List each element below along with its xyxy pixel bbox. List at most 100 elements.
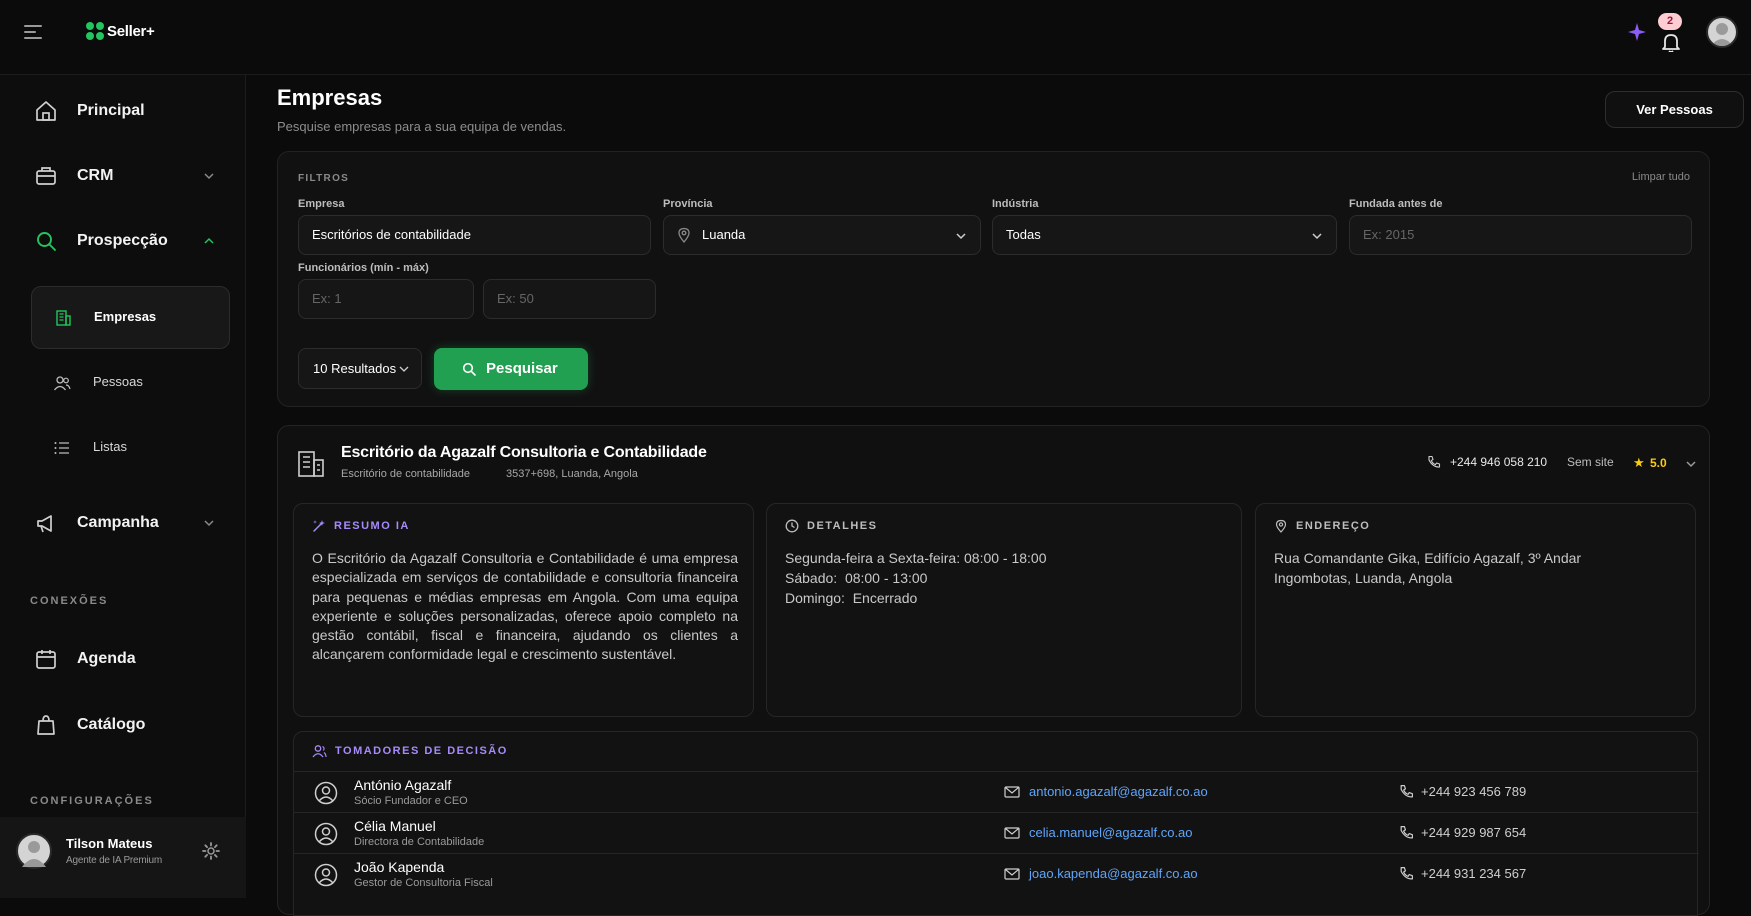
decision-maker-row[interactable]: António Agazalf Sócio Fundador e CEO ant…	[294, 771, 1699, 812]
decision-maker-email[interactable]: celia.manuel@agazalf.co.ao	[1029, 825, 1193, 840]
company-name[interactable]: Escritório da Agazalf Consultoria e Cont…	[341, 444, 707, 462]
decision-maker-phone[interactable]: +244 923 456 789	[1421, 784, 1526, 799]
search-button[interactable]: Pesquisar	[434, 348, 588, 390]
sidebar-item-label: Campanha	[77, 514, 159, 531]
sidebar-subitem-label: Listas	[93, 439, 127, 454]
user-role: Agente de IA Premium	[66, 855, 163, 866]
chevron-down-icon[interactable]	[203, 170, 215, 182]
chevron-down-icon[interactable]	[1685, 458, 1697, 470]
sidebar-item-label: CRM	[77, 167, 114, 184]
phone-icon	[1400, 826, 1413, 839]
decision-maker-name: Célia Manuel	[354, 818, 436, 834]
app-logo[interactable]: Seller+	[86, 22, 155, 40]
industry-select[interactable]: Todas	[992, 215, 1337, 255]
clock-icon	[785, 519, 799, 533]
industry-value: Todas	[1006, 227, 1041, 242]
phone-icon	[1400, 867, 1413, 880]
details-title: DETALHES	[807, 520, 878, 532]
sidebar-subitem-pessoas[interactable]: Pessoas	[31, 352, 230, 415]
profile-avatar[interactable]	[1706, 16, 1738, 48]
sidebar-item-label: Principal	[77, 102, 145, 119]
mail-icon	[1004, 786, 1020, 798]
sidebar-item-crm[interactable]: CRM	[0, 154, 246, 198]
briefcase-icon	[36, 167, 56, 185]
chevron-down-icon	[399, 366, 409, 372]
list-icon	[54, 442, 69, 454]
company-input[interactable]: Escritórios de contabilidade	[298, 215, 651, 255]
search-button-label: Pesquisar	[486, 360, 558, 377]
building-icon	[298, 451, 324, 477]
decision-maker-email[interactable]: joao.kapenda@agazalf.co.ao	[1029, 866, 1198, 881]
company-rating: 5.0	[1650, 456, 1667, 470]
search-icon	[37, 232, 56, 251]
hamburger-menu-icon[interactable]	[24, 24, 44, 40]
decision-maker-role: Sócio Fundador e CEO	[354, 795, 468, 807]
filters-title: FILTROS	[298, 173, 350, 184]
user-avatar	[16, 833, 52, 869]
company-website: Sem site	[1567, 455, 1614, 469]
chevron-down-icon	[956, 233, 966, 240]
magic-wand-icon	[313, 520, 325, 532]
details-panel: DETALHES Segunda-feira a Sexta-feira: 08…	[766, 503, 1242, 717]
decision-maker-phone[interactable]: +244 931 234 567	[1421, 866, 1526, 881]
employees-max-input[interactable]: Ex: 50	[483, 279, 656, 319]
mail-icon	[1004, 868, 1020, 880]
gear-icon[interactable]	[202, 842, 220, 860]
home-icon	[36, 101, 56, 121]
ai-summary-text: O Escritório da Agazalf Consultoria e Co…	[312, 550, 738, 663]
view-people-button[interactable]: Ver Pessoas	[1605, 91, 1744, 128]
sidebar-item-catalogo[interactable]: Catálogo	[0, 703, 246, 747]
calendar-icon	[36, 650, 56, 669]
decision-maker-email[interactable]: antonio.agazalf@agazalf.co.ao	[1029, 784, 1208, 799]
sidebar-subitem-label: Empresas	[94, 309, 157, 324]
decision-maker-name: António Agazalf	[354, 777, 452, 793]
clear-all-button[interactable]: Limpar tudo	[1632, 171, 1690, 183]
sidebar-subitem-listas[interactable]: Listas	[31, 417, 230, 480]
sidebar-item-agenda[interactable]: Agenda	[0, 637, 246, 681]
page-title: Empresas	[277, 85, 383, 110]
chevron-up-icon[interactable]	[203, 235, 215, 247]
sidebar-item-prospeccao[interactable]: Prospecção	[0, 219, 246, 263]
decision-maker-phone[interactable]: +244 929 987 654	[1421, 825, 1526, 840]
province-label: Província	[663, 198, 713, 210]
app-name: Seller+	[107, 22, 155, 40]
notification-badge: 2	[1658, 13, 1682, 30]
founded-input[interactable]: Ex: 2015	[1349, 215, 1692, 255]
sidebar-item-label: Prospecção	[77, 232, 168, 249]
mail-icon	[1004, 827, 1020, 839]
province-select[interactable]: Luanda	[663, 215, 981, 255]
user-name: Tilson Mateus	[66, 836, 153, 851]
users-icon	[312, 745, 327, 758]
results-count-value: 10 Resultados	[313, 361, 397, 376]
company-phone[interactable]: +244 946 058 210	[1450, 455, 1547, 469]
sidebar-subitem-empresas[interactable]: Empresas	[31, 286, 230, 349]
chevron-down-icon[interactable]	[203, 517, 215, 529]
address-line: Rua Comandante Gika, Edifício Agazalf, 3…	[1274, 550, 1582, 566]
industry-label: Indústria	[992, 198, 1039, 210]
ai-sparkle-icon[interactable]	[1627, 22, 1647, 42]
user-circle-icon	[314, 822, 338, 846]
decision-maker-row[interactable]: João Kapenda Gestor de Consultoria Fisca…	[294, 853, 1699, 894]
decision-maker-row[interactable]: Célia Manuel Directora de Contabilidade …	[294, 812, 1699, 853]
results-count-select[interactable]: 10 Resultados	[298, 348, 422, 389]
page-subtitle: Pesquise empresas para a sua equipa de v…	[277, 119, 567, 134]
shopping-bag-icon	[37, 715, 55, 735]
decision-makers-panel: TOMADORES DE DECISÃO António Agazalf Sóc…	[293, 731, 1699, 916]
users-icon	[53, 376, 71, 391]
filters-panel: FILTROS Limpar tudo Empresa Escritórios …	[277, 151, 1710, 407]
ai-summary-header: RESUMO IA	[312, 519, 410, 533]
user-circle-icon	[314, 781, 338, 805]
sidebar-item-label: Catálogo	[77, 716, 146, 733]
sidebar-item-principal[interactable]: Principal	[0, 89, 246, 133]
company-short-address: 3537+698, Luanda, Angola	[506, 468, 638, 480]
ai-summary-panel: RESUMO IA O Escritório da Agazalf Consul…	[293, 503, 754, 717]
sidebar-item-campanha[interactable]: Campanha	[0, 501, 246, 545]
address-panel: ENDEREÇO Rua Comandante Gika, Edifício A…	[1255, 503, 1696, 717]
details-header: DETALHES	[785, 519, 877, 533]
decision-maker-name: João Kapenda	[354, 859, 445, 875]
employees-min-input[interactable]: Ex: 1	[298, 279, 474, 319]
user-card[interactable]: Tilson Mateus Agente de IA Premium	[0, 817, 246, 898]
company-card[interactable]: Escritório da Agazalf Consultoria e Cont…	[277, 425, 1710, 916]
opening-hours: Segunda-feira a Sexta-feira: 08:00 - 18:…	[785, 548, 1047, 608]
star-icon: ★	[1633, 455, 1645, 470]
